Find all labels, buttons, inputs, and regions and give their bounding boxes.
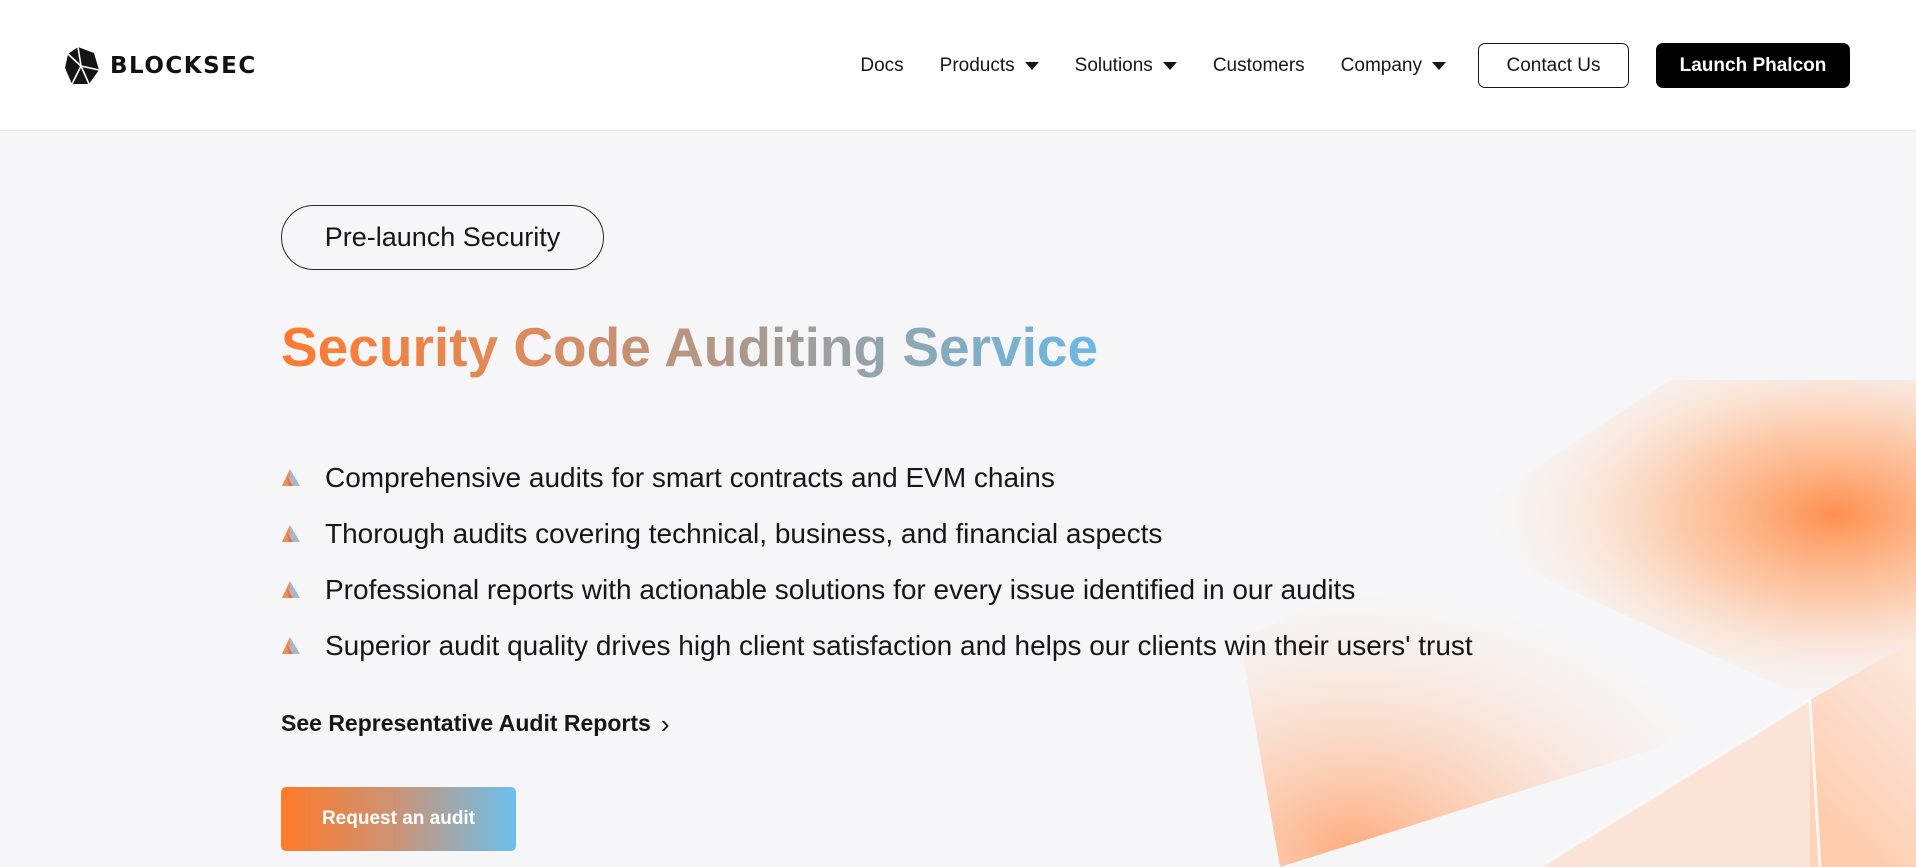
feature-text: Thorough audits covering technical, busi… [325, 518, 1163, 549]
logo-icon [65, 46, 100, 85]
nav-docs[interactable]: Docs [860, 55, 903, 77]
chevron-right-icon: › [660, 708, 670, 739]
contact-us-button[interactable]: Contact Us [1478, 43, 1629, 88]
feature-item: Professional reports with actionable sol… [281, 562, 1473, 618]
audit-reports-link[interactable]: See Representative Audit Reports › [281, 710, 669, 737]
triangle-bullet-icon [282, 581, 300, 598]
audit-reports-link-label: See Representative Audit Reports [281, 710, 651, 736]
caret-down-icon [1162, 61, 1177, 70]
nav-solutions[interactable]: Solutions [1075, 55, 1177, 77]
nav-customers[interactable]: Customers [1213, 55, 1305, 77]
nav-products-label: Products [939, 54, 1015, 76]
nav-customers-label: Customers [1212, 54, 1305, 76]
launch-phalcon-button[interactable]: Launch Phalcon [1656, 43, 1850, 88]
site-header: BLOCKSEC Docs Products Solutions Custome… [0, 0, 1916, 131]
triangle-bullet-icon [282, 469, 300, 486]
nav-products[interactable]: Products [940, 55, 1039, 77]
feature-item: Comprehensive audits for smart contracts… [281, 450, 1473, 506]
feature-list: Comprehensive audits for smart contracts… [281, 450, 1473, 674]
caret-down-icon [1024, 61, 1039, 70]
logo-link[interactable]: BLOCKSEC [64, 46, 257, 86]
feature-item: Thorough audits covering technical, busi… [281, 506, 1473, 562]
feature-text: Comprehensive audits for smart contracts… [325, 462, 1055, 493]
main-nav: Docs Products Solutions Customers Compan… [860, 43, 1916, 88]
nav-company[interactable]: Company [1341, 55, 1446, 77]
feature-item: Superior audit quality drives high clien… [281, 618, 1473, 674]
triangle-bullet-icon [282, 525, 300, 542]
page-title: Security Code Auditing Service [281, 312, 1098, 382]
nav-company-label: Company [1340, 54, 1422, 76]
feature-text: Professional reports with actionable sol… [325, 574, 1356, 605]
request-audit-button[interactable]: Request an audit [281, 787, 516, 851]
feature-text: Superior audit quality drives high clien… [325, 630, 1473, 661]
nav-docs-label: Docs [860, 54, 904, 76]
caret-down-icon [1432, 61, 1446, 70]
pre-launch-badge: Pre-launch Security [281, 205, 604, 270]
nav-solutions-label: Solutions [1074, 54, 1153, 76]
logo-text: BLOCKSEC [110, 53, 257, 79]
triangle-bullet-icon [282, 637, 300, 654]
